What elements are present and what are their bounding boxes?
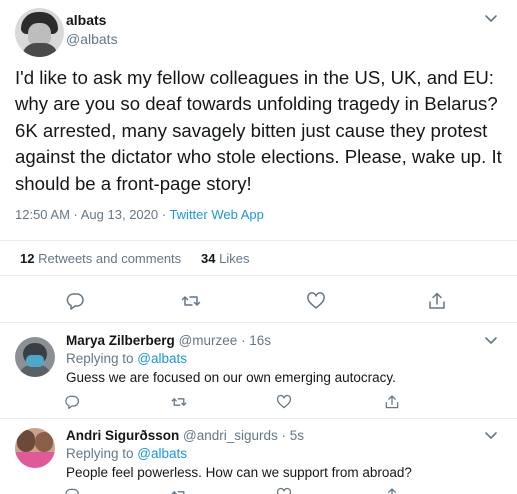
reply-author: Andri Sigurðsson @andri_sigurds · 5s: [66, 428, 304, 443]
retweets-stat[interactable]: 12 Retweets and comments: [20, 251, 181, 266]
reply-tweet[interactable]: Marya Zilberberg @murzee · 16s Replying …: [0, 323, 517, 419]
reply-text: Guess we are focused on our own emerging…: [66, 370, 396, 385]
share-icon[interactable]: [384, 487, 400, 494]
likes-count: 34: [201, 251, 216, 266]
share-icon[interactable]: [384, 394, 400, 410]
likes-stat[interactable]: 34 Likes: [201, 251, 249, 266]
chevron-down-icon[interactable]: [484, 336, 498, 346]
reply-author-name[interactable]: Marya Zilberberg: [66, 333, 175, 348]
avatar[interactable]: [15, 337, 55, 377]
retweet-icon[interactable]: [171, 487, 187, 494]
speech-bubble-icon[interactable]: [64, 394, 80, 410]
timestamp[interactable]: 12:50 AM · Aug 13, 2020 ·: [15, 207, 169, 222]
replying-to-label: Replying to: [66, 446, 138, 461]
replying-to: Replying to @albats: [66, 446, 187, 461]
main-tweet: albats @albats I'd like to ask my fellow…: [0, 0, 517, 323]
replying-to-link[interactable]: @albats: [137, 446, 187, 461]
reply-author: Marya Zilberberg @murzee · 16s: [66, 333, 271, 348]
retweets-label: Retweets and comments: [38, 251, 182, 266]
heart-icon[interactable]: [276, 487, 292, 494]
avatar[interactable]: [15, 8, 64, 57]
reply-tweet[interactable]: Andri Sigurðsson @andri_sigurds · 5s Rep…: [0, 420, 517, 494]
replying-to-label: Replying to: [66, 351, 138, 366]
author-name[interactable]: albats: [66, 12, 106, 28]
replying-to: Replying to @albats: [66, 351, 187, 366]
tweet-text: I'd like to ask my fellow colleagues in …: [15, 67, 502, 194]
retweet-icon[interactable]: [171, 394, 187, 410]
retweets-count: 12: [20, 251, 35, 266]
source-app-link[interactable]: Twitter Web App: [169, 207, 263, 222]
chevron-down-icon[interactable]: [484, 14, 498, 24]
engagement-stats: 12 Retweets and comments 34 Likes: [0, 240, 517, 276]
share-icon[interactable]: [427, 291, 447, 311]
reply-author-name[interactable]: Andri Sigurðsson: [66, 428, 179, 443]
chevron-down-icon[interactable]: [484, 431, 498, 441]
likes-label: Likes: [219, 251, 250, 266]
speech-bubble-icon[interactable]: [65, 291, 85, 311]
heart-icon[interactable]: [306, 291, 326, 311]
speech-bubble-icon[interactable]: [64, 487, 80, 494]
author-handle[interactable]: @albats: [66, 31, 118, 47]
reply-handle-time[interactable]: @murzee · 16s: [179, 333, 271, 348]
tweet-actions: [0, 280, 517, 320]
avatar[interactable]: [15, 428, 55, 468]
heart-icon[interactable]: [276, 394, 292, 410]
reply-text: People feel powerless. How can we suppor…: [66, 465, 412, 480]
reply-handle-time[interactable]: @andri_sigurds · 5s: [183, 428, 304, 443]
retweet-icon[interactable]: [181, 291, 201, 311]
replying-to-link[interactable]: @albats: [137, 351, 187, 366]
tweet-meta: 12:50 AM · Aug 13, 2020 · Twitter Web Ap…: [15, 207, 264, 222]
